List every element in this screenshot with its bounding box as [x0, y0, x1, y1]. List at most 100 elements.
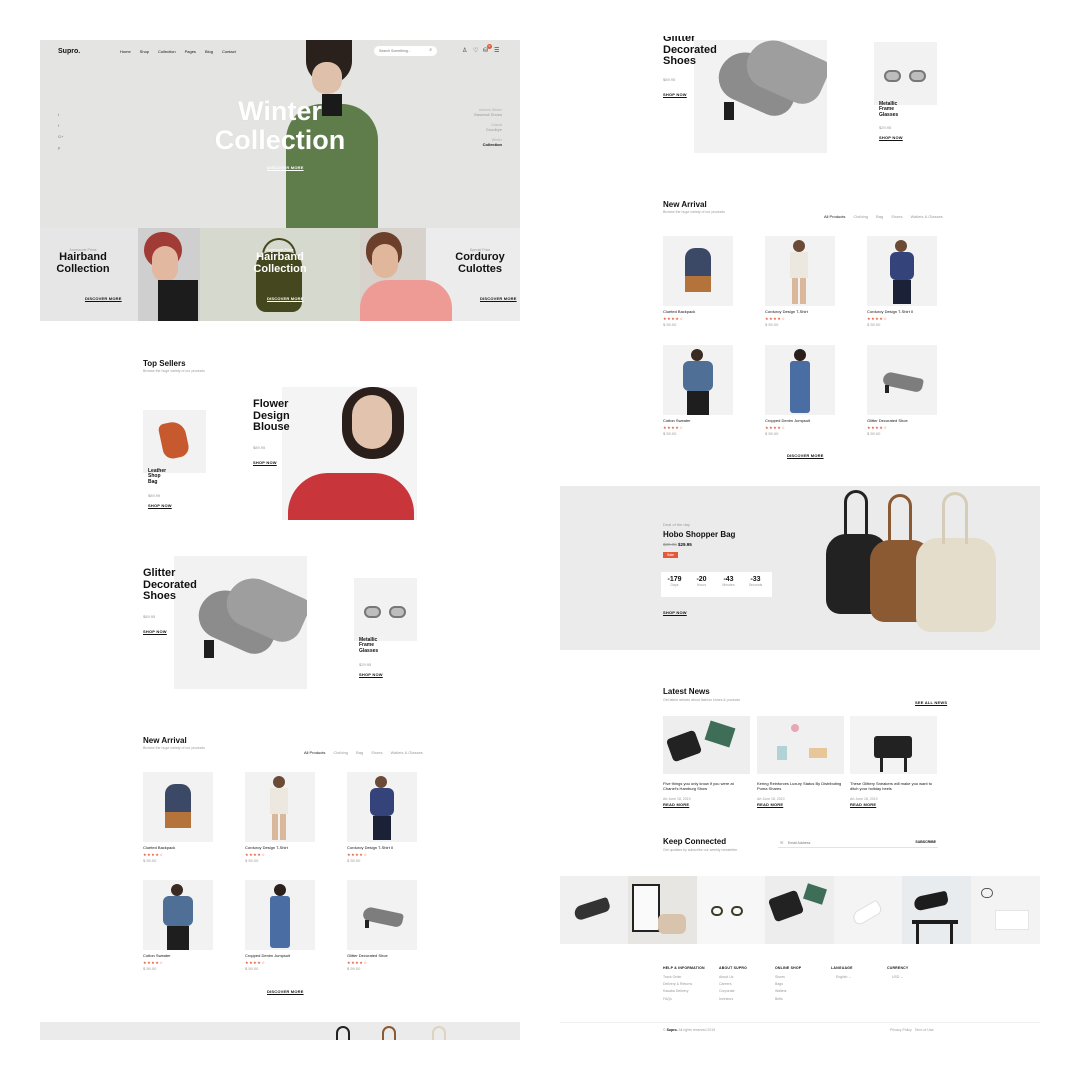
product-card[interactable]: Corduroy Design T-Shirt II ★★★★☆ $ 59.00 — [347, 772, 417, 872]
product-image[interactable] — [347, 880, 417, 950]
language-select[interactable]: English ⌄ — [836, 975, 853, 979]
promo-discover-link[interactable]: DISCOVER MORE — [480, 296, 517, 301]
product-card[interactable]: Glitter Decorated Shoe ★★★★☆ $ 59.00 — [867, 345, 937, 445]
product-card[interactable]: Cropped Denim Jumpsuit ★★★★☆ $ 59.00 — [765, 345, 835, 445]
footer-link[interactable]: Belts — [775, 997, 801, 1001]
product-name[interactable]: Cropped Denim Jumpsuit — [765, 418, 810, 423]
footer-link[interactable]: Careers — [719, 982, 747, 986]
footer-link[interactable]: Shoes — [775, 975, 801, 979]
product-name[interactable]: Cropped Denim Jumpsuit — [245, 953, 290, 958]
news-title[interactable]: Five things you only know if you were at… — [663, 781, 749, 791]
tab-clothing[interactable]: Clothing — [853, 214, 868, 219]
promo-discover-link[interactable]: DISCOVER MORE — [85, 296, 122, 301]
search-input[interactable] — [379, 48, 425, 54]
tab-clothing[interactable]: Clothing — [333, 750, 348, 755]
flower-blouse-shop-link[interactable]: SHOP NOW — [253, 460, 277, 465]
gallery-image[interactable] — [765, 876, 834, 944]
gallery-image[interactable] — [628, 876, 697, 944]
footer-link[interactable]: About Us — [719, 975, 747, 979]
leather-bag-shop-link[interactable]: SHOP NOW — [148, 503, 172, 508]
gallery-image[interactable] — [697, 876, 765, 944]
product-name[interactable]: Glitter Decorated Shoe — [347, 953, 388, 958]
product-image[interactable] — [867, 345, 937, 415]
news-image[interactable] — [757, 716, 844, 774]
product-image[interactable] — [245, 772, 315, 842]
see-all-news-link[interactable]: SEE ALL NEWS — [915, 700, 947, 705]
footer-link[interactable]: Delivery & Returns — [663, 982, 705, 986]
product-card[interactable]: Cotton Sweater ★★★★☆ $ 59.00 — [663, 345, 733, 445]
wishlist-icon[interactable]: ♡ — [473, 47, 478, 54]
currency-select[interactable]: USD ⌄ — [892, 975, 908, 979]
product-card[interactable]: Glitter Decorated Shoe ★★★★☆ $ 59.00 — [347, 880, 417, 980]
promo-banner-3[interactable]: Special Price Corduroy Culottes DISCOVER … — [360, 228, 520, 321]
product-card[interactable]: Cropped Denim Jumpsuit ★★★★☆ $ 59.00 — [245, 880, 315, 980]
email-field[interactable] — [788, 839, 888, 846]
product-card[interactable]: Clueted Backpack ★★★★☆ $ 59.00 — [143, 772, 213, 872]
product-image[interactable] — [143, 880, 213, 950]
news-read-more[interactable]: READ MORE — [757, 802, 783, 807]
promo-banner-2[interactable]: Accessorie Prime Hairband Collection DISC… — [200, 228, 360, 321]
subscribe-button[interactable]: SUBSCRIBE — [915, 840, 936, 844]
footer-link[interactable]: Investors — [719, 997, 747, 1001]
tab-bag[interactable]: Bag — [876, 214, 883, 219]
menu-icon[interactable]: ☰ — [494, 47, 499, 54]
product-name[interactable]: Cotton Sweater — [143, 953, 171, 958]
tab-shoes[interactable]: Shoes — [891, 214, 902, 219]
product-name[interactable]: Clueted Backpack — [663, 309, 695, 314]
product-card[interactable]: Corduroy Design T-Shirt II ★★★★☆ $ 59.00 — [867, 236, 937, 336]
product-card[interactable]: Corduroy Design T-Shirt ★★★★☆ $ 59.00 — [765, 236, 835, 336]
nav-home[interactable]: Home — [120, 49, 131, 54]
nav-collection[interactable]: Collection — [158, 49, 176, 54]
pinterest-icon[interactable]: p — [58, 145, 60, 150]
flower-blouse-image[interactable] — [282, 387, 417, 520]
privacy-policy-link[interactable]: Privacy Policy — [890, 1028, 912, 1032]
product-image[interactable] — [245, 880, 315, 950]
footer-link[interactable]: FAQs — [663, 997, 705, 1001]
nav-shop[interactable]: Shop — [140, 49, 149, 54]
tab-all-products[interactable]: All Products — [304, 750, 325, 755]
promo-banner-1[interactable]: Accessorie Prime Hairband Collection DISC… — [40, 228, 200, 321]
product-card[interactable]: Corduroy Design T-Shirt ★★★★☆ $ 59.00 — [245, 772, 315, 872]
promo-discover-link[interactable]: DISCOVER MORE — [267, 296, 304, 301]
gallery-image[interactable] — [902, 876, 971, 944]
new-arrival-discover-link[interactable]: DISCOVER MORE — [267, 989, 304, 994]
nav-blog[interactable]: Blog — [205, 49, 213, 54]
product-name[interactable]: Corduroy Design T-Shirt — [765, 309, 808, 314]
footer-link[interactable]: Track Order — [663, 975, 705, 979]
product-image[interactable] — [347, 772, 417, 842]
footer-link[interactable]: Kasaba Delivery — [663, 989, 705, 993]
product-image[interactable] — [663, 236, 733, 306]
facebook-icon[interactable]: f — [58, 123, 59, 128]
news-image[interactable] — [850, 716, 937, 774]
google-plus-icon[interactable]: G+ — [58, 134, 63, 139]
product-image[interactable] — [663, 345, 733, 415]
tab-wallets-glasses[interactable]: Wallets & Glasses — [911, 214, 943, 219]
glitter-shoes-shop-link[interactable]: SHOP NOW — [143, 629, 167, 634]
news-title[interactable]: Kering Reinforces Luxury Status By Distr… — [757, 781, 843, 791]
gallery-image[interactable] — [834, 876, 902, 944]
metallic-glasses-shop-link-2[interactable]: SHOP NOW — [879, 135, 903, 140]
gallery-image[interactable] — [971, 876, 1040, 944]
news-read-more[interactable]: READ MORE — [663, 802, 689, 807]
tab-all-products[interactable]: All Products — [824, 214, 845, 219]
product-image[interactable] — [765, 236, 835, 306]
footer-link[interactable]: Bags — [775, 982, 801, 986]
product-name[interactable]: Clueted Backpack — [143, 845, 175, 850]
metallic-glasses-shop-link[interactable]: SHOP NOW — [359, 672, 383, 677]
news-image[interactable] — [663, 716, 750, 774]
leather-bag-image[interactable] — [143, 410, 206, 473]
hero-discover-link[interactable]: DISCOVER MORE — [267, 165, 304, 170]
twitter-icon[interactable]: t — [58, 112, 59, 117]
gallery-image[interactable] — [560, 876, 628, 944]
product-image[interactable] — [765, 345, 835, 415]
product-image[interactable] — [867, 236, 937, 306]
site-logo[interactable]: Supro. — [58, 48, 80, 55]
product-image[interactable] — [143, 772, 213, 842]
metallic-glasses-image-2[interactable] — [874, 42, 937, 105]
footer-link[interactable]: Corporate — [719, 989, 747, 993]
user-icon[interactable]: ♙ — [462, 47, 467, 54]
product-card[interactable]: Clueted Backpack ★★★★☆ $ 59.00 — [663, 236, 733, 336]
metallic-glasses-image[interactable] — [354, 578, 417, 641]
nav-pages[interactable]: Pages — [185, 49, 196, 54]
product-name[interactable]: Corduroy Design T-Shirt II — [867, 309, 913, 314]
